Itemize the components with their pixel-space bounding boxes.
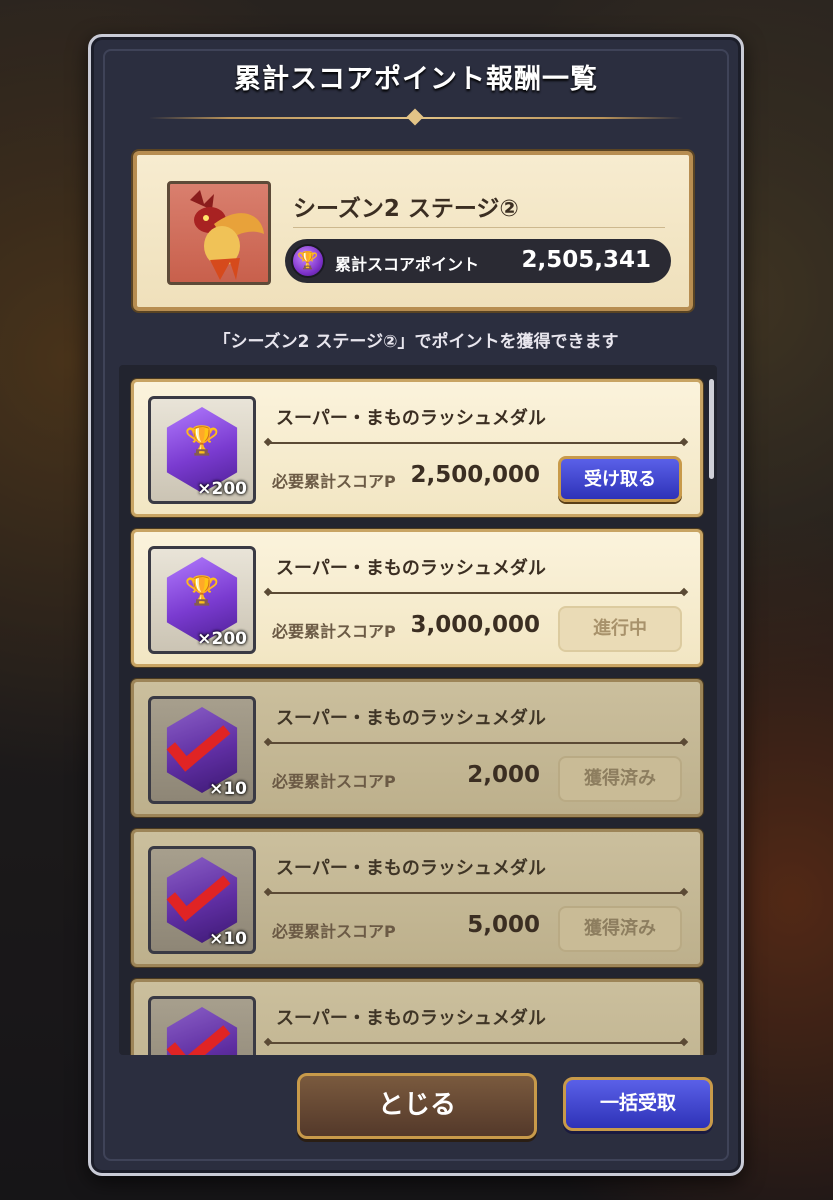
rewards-dialog: 累計スコアポイント報酬一覧 シーズン2 ステージ② 🏆 累計スコアポイント 2,…	[88, 34, 744, 1176]
reward-row: 🏆 ×200 スーパー・まものラッシュメダル 必要累計スコアP 3,000,00…	[131, 529, 703, 667]
in-progress-button: 進行中	[558, 606, 682, 652]
medal-quantity: ×200	[197, 629, 247, 649]
row-divider	[268, 1042, 684, 1044]
monster-portrait	[167, 181, 271, 285]
row-divider	[268, 892, 684, 894]
reward-row: スーパー・まものラッシュメダル	[131, 979, 703, 1055]
row-divider	[268, 442, 684, 444]
reward-name: スーパー・まものラッシュメダル	[276, 408, 546, 429]
score-value: 2,505,341	[521, 247, 652, 273]
requirement-label: 必要累計スコアP	[272, 922, 396, 941]
row-divider	[268, 592, 684, 594]
requirement-value: 2,000	[467, 762, 540, 788]
stage-name: シーズン2 ステージ②	[293, 196, 519, 222]
phoenix-monster-icon	[190, 190, 264, 280]
medal-quantity: ×10	[209, 779, 247, 799]
bulk-claim-button[interactable]: 一括受取	[563, 1077, 713, 1131]
claimed-button: 獲得済み	[558, 906, 682, 952]
score-label: 累計スコアポイント	[335, 255, 480, 274]
score-bar: 🏆 累計スコアポイント 2,505,341	[285, 239, 671, 283]
claimed-button: 獲得済み	[558, 756, 682, 802]
reward-row: ×10 スーパー・まものラッシュメダル 必要累計スコアP 2,000 獲得済み	[131, 679, 703, 817]
info-text: 「シーズン2 ステージ②」でポイントを獲得できます	[213, 332, 619, 352]
trophy-emblem-icon: 🏆	[184, 574, 220, 607]
requirement-label: 必要累計スコアP	[272, 772, 396, 791]
reward-name: スーパー・まものラッシュメダル	[276, 708, 546, 729]
medal-box: ×10	[148, 696, 256, 804]
stage-divider	[293, 227, 665, 228]
reward-name: スーパー・まものラッシュメダル	[276, 858, 546, 879]
list-scrollbar[interactable]	[709, 379, 714, 479]
medal-quantity: ×200	[197, 479, 247, 499]
requirement-label: 必要累計スコアP	[272, 622, 396, 641]
title-ornament	[406, 108, 424, 126]
medal-box: ×10	[148, 846, 256, 954]
stage-panel: シーズン2 ステージ② 🏆 累計スコアポイント 2,505,341	[133, 151, 693, 311]
requirement-value: 2,500,000	[410, 462, 541, 488]
reward-list[interactable]: 🏆 ×200 スーパー・まものラッシュメダル 必要累計スコアP 2,500,00…	[119, 365, 717, 1055]
reward-row: 🏆 ×200 スーパー・まものラッシュメダル 必要累計スコアP 2,500,00…	[131, 379, 703, 517]
trophy-icon: 🏆	[291, 244, 325, 278]
medal-quantity: ×10	[209, 929, 247, 949]
medal-box: 🏆 ×200	[148, 396, 256, 504]
requirement-value: 5,000	[467, 912, 540, 938]
trophy-emblem-icon: 🏆	[184, 424, 220, 457]
medal-box	[148, 996, 256, 1055]
requirement-value: 3,000,000	[410, 612, 541, 638]
requirement-label: 必要累計スコアP	[272, 472, 396, 491]
claim-button[interactable]: 受け取る	[558, 456, 682, 502]
close-button[interactable]: とじる	[297, 1073, 537, 1139]
dialog-title: 累計スコアポイント報酬一覧	[234, 64, 598, 95]
reward-name: スーパー・まものラッシュメダル	[276, 558, 546, 579]
row-divider	[268, 742, 684, 744]
reward-name: スーパー・まものラッシュメダル	[276, 1008, 546, 1029]
reward-row: ×10 スーパー・まものラッシュメダル 必要累計スコアP 5,000 獲得済み	[131, 829, 703, 967]
medal-box: 🏆 ×200	[148, 546, 256, 654]
